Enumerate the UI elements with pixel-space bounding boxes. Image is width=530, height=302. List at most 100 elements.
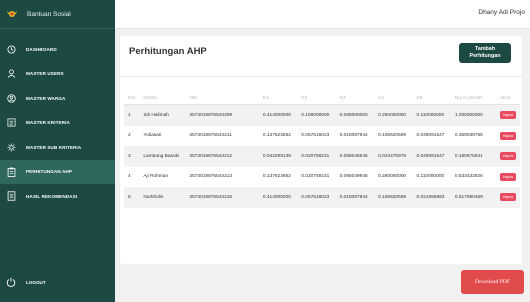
logout-label: LOGOUT: [26, 279, 46, 285]
top-bar: Dhany Adi Projo: [115, 0, 530, 29]
cell-nama: Yuliasari: [143, 133, 162, 139]
power-icon: [6, 277, 16, 287]
cell-k2: 0.057616023: [301, 194, 330, 200]
cell-no: 2: [128, 133, 131, 139]
logo-icon: [6, 9, 18, 19]
column-header: K3: [335, 93, 375, 105]
clock-icon: [6, 44, 16, 54]
cell-k3: 0.018087944: [339, 194, 368, 200]
cell-nilai-akhir: 0.617980459: [454, 194, 483, 200]
column-header: NILAI AKHIR: [450, 93, 496, 105]
sidebar-item-master-users[interactable]: MASTER USERS: [0, 62, 115, 87]
add-calculation-button[interactable]: Tambah Perhitungan: [459, 43, 511, 63]
cell-k1: 0.042299139: [262, 153, 291, 159]
list-icon: [6, 118, 16, 128]
table-row: 5 Nurkholis 3573019876543215 0.414000000…: [124, 187, 520, 208]
cell-nilai-akhir: 1.000000000: [454, 112, 483, 118]
cell-k2: 0.020759231: [301, 174, 330, 180]
cell-k1: 0.137623652: [262, 174, 291, 180]
cell-k4: 0.043475976: [378, 153, 407, 159]
column-header: NIK: [185, 93, 259, 105]
cell-aksi: Hapus: [496, 126, 520, 147]
sidebar-item-perhitungan-ahp[interactable]: PERHITUNGAN AHP: [0, 159, 115, 184]
sidebar-item-label: DASHBOARD: [26, 46, 57, 52]
cell-nama: Lambang Basuki: [143, 153, 180, 159]
sidebar-item-master-sub-kriteria[interactable]: MASTER SUB KRITERIA: [0, 135, 115, 160]
ahp-table: NO NAMA NIK K1 K2 K3 K4 K5 NILAI AKHIR A…: [124, 93, 520, 208]
sidebar-item-dashboard[interactable]: DASHBOARD: [0, 37, 115, 62]
content-card: Perhitungan AHP Tambah Perhitungan NO NA…: [120, 36, 522, 264]
column-header: K5: [412, 93, 451, 105]
cell-nama: Siti Halimah: [143, 112, 169, 118]
clipboard-icon: [6, 167, 16, 177]
cell-nik: 3573019876543211: [189, 133, 232, 139]
cell-k1: 0.414000000: [262, 112, 291, 118]
cell-k4: 0.260000000: [378, 174, 407, 180]
cell-k3: 0.018087944: [339, 133, 368, 139]
cell-nama: Nurkholis: [143, 194, 164, 200]
column-header: K4: [374, 93, 413, 105]
sidebar-menu: DASHBOARD MASTER USERS MASTER WARGA MAST…: [0, 37, 115, 209]
sidebar-item-label: MASTER WARGA: [26, 95, 66, 101]
download-pdf-button[interactable]: Download PDF: [461, 270, 524, 294]
brand[interactable]: Bantuan Sosial: [0, 0, 115, 29]
gear-icon: [6, 142, 16, 152]
table-row: 2 Yuliasari 3573019876543211 0.137623652…: [124, 126, 520, 147]
cell-nik: 3573019876543215: [189, 194, 233, 200]
sidebar-item-master-warga[interactable]: MASTER WARGA: [0, 86, 115, 111]
cell-nik: 3573019876543212: [189, 153, 233, 159]
column-header: NO: [124, 93, 140, 105]
cell-nilai-akhir: 0.533432826: [454, 174, 483, 180]
table-header-row: NO NAMA NIK K1 K2 K3 K4 K5 NILAI AKHIR A…: [124, 93, 520, 105]
cell-nik: 3573019876543209: [189, 112, 233, 118]
cell-k5: 0.049091547: [416, 133, 445, 139]
sidebar-item-label: PERHITUNGAN AHP: [26, 169, 72, 175]
cell-k3: 0.085049945: [339, 153, 368, 159]
delete-button[interactable]: Hapus: [499, 131, 517, 140]
document-icon: [6, 191, 16, 201]
divider: [120, 76, 522, 77]
cell-aksi: Hapus: [496, 187, 520, 208]
column-header: K2: [297, 93, 336, 105]
delete-button[interactable]: Hapus: [499, 172, 517, 181]
cell-k4: 0.260000000: [378, 112, 407, 118]
page-title: Perhitungan AHP: [129, 46, 207, 57]
cell-k5: 0.110000000: [416, 174, 445, 180]
sidebar-item-label: MASTER KRITERIA: [26, 120, 70, 126]
cell-aksi: Hapus: [496, 167, 520, 188]
cell-k5: 0.110000000: [416, 112, 445, 118]
sidebar-item-label: MASTER USERS: [26, 71, 64, 77]
download-pdf-label: Download PDF: [475, 279, 510, 285]
sidebar-item-label: HASIL REKOMENDASI: [26, 193, 78, 199]
cell-nilai-akhir: 0.160675841: [454, 153, 483, 159]
cell-no: 4: [128, 174, 131, 180]
sidebar: Bantuan Sosial DASHBOARD MASTER USERS MA…: [0, 0, 115, 302]
cell-k2: 0.057616023: [301, 133, 330, 139]
user-name[interactable]: Dhany Adi Projo: [478, 9, 525, 16]
app-title: Bantuan Sosial: [27, 10, 71, 18]
cell-k1: 0.137623652: [262, 133, 291, 139]
cell-k4: 0.106620599: [378, 194, 407, 200]
table-row: 1 Siti Halimah 3573019876543209 0.414000…: [124, 104, 520, 126]
column-header: AKSI: [495, 93, 520, 105]
cell-k3: 0.058000000: [339, 112, 368, 118]
cell-k2: 0.159000000: [301, 112, 330, 118]
cell-nama: Aji Rohman: [143, 174, 169, 180]
cell-no: 1: [128, 112, 131, 118]
cell-k5: 0.049091547: [416, 153, 445, 159]
sidebar-item-hasil-rekomendasi[interactable]: HASIL REKOMENDASI: [0, 184, 115, 209]
table-row: 4 Aji Rohman 3573019876543213 0.13762365…: [124, 167, 520, 188]
user-icon: [6, 69, 16, 79]
logout-button[interactable]: LOGOUT: [6, 277, 46, 287]
cell-aksi: Hapus: [496, 146, 520, 167]
delete-button[interactable]: Hapus: [499, 193, 517, 202]
column-header: K1: [258, 93, 298, 105]
delete-button[interactable]: Hapus: [499, 111, 517, 120]
delete-button[interactable]: Hapus: [499, 152, 517, 161]
user-circle-icon: [6, 93, 16, 103]
cell-k4: 0.106620599: [378, 133, 407, 139]
cell-no: 3: [128, 153, 131, 159]
sidebar-item-master-kriteria[interactable]: MASTER KRITERIA: [0, 111, 115, 136]
cell-k3: 0.085049945: [339, 174, 368, 180]
cell-k5: 0.021655893: [416, 194, 445, 200]
